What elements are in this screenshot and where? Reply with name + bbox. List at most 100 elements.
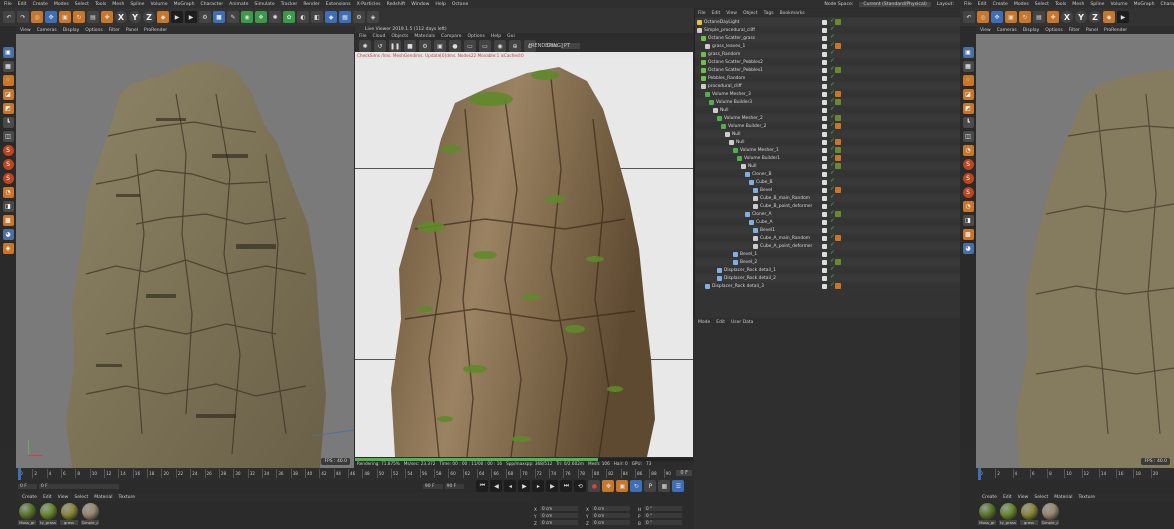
visibility-toggle[interactable]	[822, 187, 827, 193]
visibility-toggle[interactable]	[822, 115, 827, 121]
object-name[interactable]: Bevel1	[760, 228, 775, 233]
prev-frame-icon[interactable]: ◂	[504, 480, 517, 492]
enabled-checkmark-icon[interactable]: ✓	[830, 193, 835, 200]
right-workplane-icon[interactable]: S	[962, 187, 974, 198]
object-row[interactable]: Octane Scatter_grass ✓	[694, 33, 960, 42]
enabled-checkmark-icon[interactable]: ✓	[830, 57, 835, 64]
octane-material-icon[interactable]: ◈	[367, 11, 379, 23]
object-name[interactable]: Volume Builder_2	[728, 124, 766, 129]
menu-animate[interactable]: Animate	[229, 2, 248, 7]
object-row[interactable]: Bevel ✓	[694, 185, 960, 194]
menu-render[interactable]: Render	[303, 2, 319, 7]
object-row[interactable]: Volume Mesher_3 ✓	[694, 89, 960, 98]
object-name[interactable]: Displacer_Rock detail_2	[724, 276, 776, 281]
object-row[interactable]: Null ✓	[694, 161, 960, 170]
menu-file[interactable]: File	[4, 2, 12, 7]
menu-help[interactable]: Help	[435, 2, 445, 7]
edges-mode-icon[interactable]: ◪	[2, 89, 14, 100]
menu-simulate[interactable]: Simulate	[254, 2, 274, 7]
undo-icon[interactable]: ↶	[3, 11, 15, 23]
region-icon[interactable]: ▭	[464, 40, 476, 52]
left-material-swatch[interactable]: Moss_gr	[18, 503, 36, 525]
object-row[interactable]: Cube_B_point_deformer ✓	[694, 201, 960, 210]
object-name[interactable]: Displacer_Rock detail_1	[724, 268, 776, 273]
menu-tools[interactable]: Tools	[95, 2, 106, 7]
paint-icon[interactable]: ◈	[2, 243, 14, 254]
object-row[interactable]: Cube_B ✓	[694, 177, 960, 186]
rotate-icon[interactable]: ↻	[73, 11, 85, 23]
enabled-checkmark-icon[interactable]: ✓	[830, 25, 835, 32]
pause-render-icon[interactable]: ❚❚	[389, 40, 401, 52]
object-name[interactable]: Bevel	[760, 188, 772, 193]
object-name[interactable]: Null	[720, 108, 729, 113]
render-picture-viewer-icon[interactable]: ▶	[185, 11, 197, 23]
visibility-toggle[interactable]	[822, 219, 827, 225]
light-icon[interactable]: ◆	[325, 11, 337, 23]
right-material-menu-material[interactable]: Material	[1054, 495, 1072, 500]
visibility-toggle[interactable]	[822, 19, 827, 25]
menu-create[interactable]: Create	[33, 2, 48, 7]
right-move-icon[interactable]: ✥	[991, 11, 1003, 23]
visibility-toggle[interactable]	[822, 51, 827, 57]
right-viewport-menu-view[interactable]: View	[980, 28, 991, 33]
object-name[interactable]: Simple_procedural_cliff	[704, 28, 755, 33]
move-icon[interactable]: ✥	[45, 11, 57, 23]
coord-field[interactable]: 0 cm	[592, 506, 630, 511]
keyframe-scale-icon[interactable]: ▣	[616, 480, 629, 492]
material-menu-material[interactable]: Material	[94, 495, 112, 500]
object-name[interactable]: Octane Scatter_Pebbles2	[708, 60, 763, 65]
enabled-checkmark-icon[interactable]: ✓	[830, 177, 835, 184]
object-name[interactable]: Bevel_1	[740, 252, 757, 257]
om-menu-edit[interactable]: Edit	[712, 11, 721, 16]
tweak-mode-icon[interactable]: ◫	[2, 131, 14, 142]
right-viewport-menu-cameras[interactable]: Cameras	[997, 28, 1017, 33]
om-menu-file[interactable]: File	[698, 11, 706, 16]
enabled-checkmark-icon[interactable]: ✓	[830, 81, 835, 88]
octane-live-viewer-icon[interactable]: ▦	[339, 11, 351, 23]
material-tag-icon[interactable]	[835, 91, 841, 97]
redo-icon[interactable]: ↷	[17, 11, 29, 23]
visibility-toggle[interactable]	[822, 211, 827, 217]
cube-icon[interactable]: ■	[213, 11, 225, 23]
right-menu-character[interactable]: Character	[1160, 2, 1174, 7]
right-transform-icon[interactable]: ✚	[1047, 11, 1059, 23]
viewport-menu-panel[interactable]: Panel	[126, 28, 138, 33]
planar-icon[interactable]: ▩	[2, 215, 14, 226]
object-row[interactable]: Cloner_A ✓	[694, 209, 960, 218]
material-tag-icon[interactable]	[835, 123, 841, 129]
visibility-toggle[interactable]	[822, 171, 827, 177]
viewport-menu-filter[interactable]: Filter	[109, 28, 120, 33]
object-name[interactable]: Volume Mesher_2	[724, 116, 763, 121]
object-name[interactable]: Cube_B_main_Random	[760, 196, 810, 201]
material-tag-icon[interactable]	[835, 43, 841, 49]
film-region-icon[interactable]: ▭	[479, 40, 491, 52]
left-viewport[interactable]: FPS : 40.0	[16, 34, 354, 468]
keyframe-param-icon[interactable]: P	[644, 480, 657, 492]
enabled-checkmark-icon[interactable]: ✓	[830, 217, 835, 224]
material-menu-view[interactable]: View	[58, 495, 69, 500]
enabled-checkmark-icon[interactable]: ✓	[830, 33, 835, 40]
playhead[interactable]	[18, 468, 21, 480]
right-material-menu-select[interactable]: Select	[1034, 495, 1048, 500]
enabled-checkmark-icon[interactable]: ✓	[830, 265, 835, 272]
enabled-checkmark-icon[interactable]: ✓	[830, 73, 835, 80]
sphere-icon[interactable]: ●	[449, 40, 461, 52]
visibility-toggle[interactable]	[822, 283, 827, 289]
visibility-toggle[interactable]	[822, 67, 827, 73]
visibility-toggle[interactable]	[822, 139, 827, 145]
material-tag-icon[interactable]	[835, 211, 841, 217]
object-row[interactable]: OctaneDayLight ✓	[694, 17, 960, 26]
object-row[interactable]: Cube_A_main_Random ✓	[694, 233, 960, 242]
material-menu-select[interactable]: Select	[74, 495, 88, 500]
transform-icon[interactable]: ✚	[101, 11, 113, 23]
object-row[interactable]: Cube_A ✓	[694, 217, 960, 226]
playhead[interactable]	[978, 468, 981, 480]
camera-icon[interactable]: ◧	[311, 11, 323, 23]
object-row[interactable]: Volume Mesher_1 ✓	[694, 145, 960, 154]
model-mode-icon[interactable]: ▣	[2, 47, 14, 58]
object-name[interactable]: Volume Builder3	[716, 100, 752, 105]
material-tag-icon[interactable]	[835, 259, 841, 265]
object-row[interactable]: Null ✓	[694, 137, 960, 146]
object-row[interactable]: procedural_cliff ✓	[694, 81, 960, 90]
right-menu-file[interactable]: File	[964, 2, 972, 7]
